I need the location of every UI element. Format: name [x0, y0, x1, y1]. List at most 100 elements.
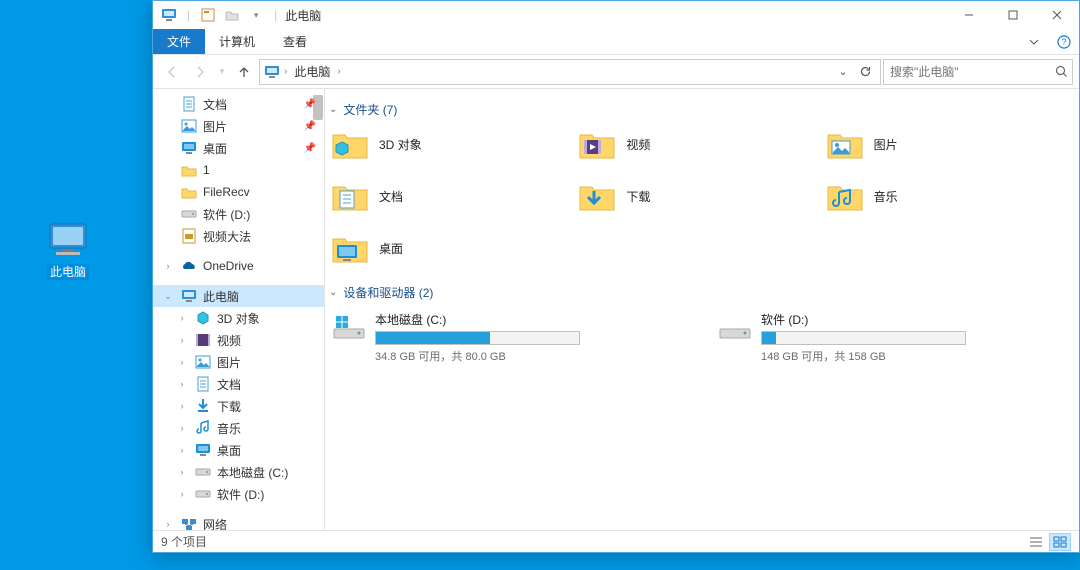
- folder-item[interactable]: 图片: [824, 124, 1071, 164]
- drive-icon: [331, 311, 367, 341]
- sidebar-item[interactable]: 图片📌: [153, 115, 324, 137]
- titlebar: | ▾ | 此电脑: [153, 1, 1079, 29]
- search-input[interactable]: [884, 65, 1051, 79]
- sidebar-item[interactable]: ›3D 对象: [153, 307, 324, 329]
- drive-usage-bar: [761, 331, 966, 345]
- sidebar-item[interactable]: › 桌面: [153, 439, 324, 461]
- view-details-button[interactable]: [1025, 533, 1047, 551]
- video-icon: [195, 332, 211, 348]
- folder-item[interactable]: 视频: [576, 124, 823, 164]
- expand-icon[interactable]: ›: [177, 335, 187, 345]
- sidebar-item[interactable]: › 软件 (D:): [153, 483, 324, 505]
- folder-name: 视频: [626, 136, 650, 153]
- search-button[interactable]: [1051, 60, 1072, 84]
- group-header-label: 文件夹 (7): [343, 101, 397, 118]
- folder-item[interactable]: 音乐: [824, 176, 1071, 216]
- address-bar[interactable]: › 此电脑 › ⌄: [259, 59, 881, 85]
- desktop-icon-this-pc[interactable]: 此电脑: [38, 222, 98, 280]
- ribbon-expand-button[interactable]: [1019, 29, 1049, 54]
- folder-item[interactable]: 3D 对象: [329, 124, 576, 164]
- expand-icon[interactable]: ›: [177, 401, 187, 411]
- history-dropdown[interactable]: ▾: [215, 59, 229, 85]
- expand-icon[interactable]: ›: [177, 445, 187, 455]
- address-dropdown-button[interactable]: ⌄: [832, 61, 854, 83]
- address-chevron[interactable]: ›: [337, 66, 340, 77]
- folder-item[interactable]: 桌面: [329, 228, 576, 268]
- onedrive-icon: [181, 258, 197, 274]
- sidebar-item[interactable]: ›下载: [153, 395, 324, 417]
- help-button[interactable]: ?: [1049, 29, 1079, 54]
- folder-name: 图片: [874, 136, 898, 153]
- maximize-button[interactable]: [991, 1, 1035, 29]
- forward-button[interactable]: [187, 59, 213, 85]
- sidebar-item[interactable]: › 视频: [153, 329, 324, 351]
- sidebar-item[interactable]: 文档 📌: [153, 93, 324, 115]
- expand-icon[interactable]: ›: [177, 357, 187, 367]
- address-root-chevron[interactable]: ›: [284, 66, 287, 77]
- group-header-folders[interactable]: ⌄ 文件夹 (7): [329, 101, 1071, 118]
- sidebar-item[interactable]: FileRecv: [153, 181, 324, 203]
- content-pane[interactable]: ⌄ 文件夹 (7) 3D 对象 视频 图片文档 下载 音乐桌面 ⌄ 设备和驱动器 (2)…: [325, 89, 1079, 530]
- pin-icon: 📌: [304, 99, 316, 110]
- address-this-pc-icon: [264, 65, 280, 79]
- qat-properties-icon[interactable]: [198, 5, 218, 25]
- sidebar-item-network[interactable]: › 网络: [153, 513, 324, 530]
- expand-icon[interactable]: ›: [177, 379, 187, 389]
- expand-icon[interactable]: ›: [177, 489, 187, 499]
- sidebar-item[interactable]: 软件 (D:): [153, 203, 324, 225]
- sidebar-item-label: 视频: [217, 332, 241, 349]
- expand-icon[interactable]: ›: [163, 519, 173, 529]
- sidebar-item[interactable]: ›图片: [153, 351, 324, 373]
- qat-folder-icon[interactable]: [222, 5, 242, 25]
- group-header-drives[interactable]: ⌄ 设备和驱动器 (2): [329, 284, 1071, 301]
- sidebar-item-this-pc[interactable]: ⌄ 此电脑: [153, 285, 324, 307]
- sidebar-item[interactable]: ›文档: [153, 373, 324, 395]
- sidebar-item-label: OneDrive: [203, 259, 254, 273]
- tab-file[interactable]: 文件: [153, 29, 205, 54]
- sidebar-item-label: 视频大法: [203, 228, 251, 245]
- sidebar-item-label: 此电脑: [203, 288, 239, 305]
- drive-item[interactable]: 本地磁盘 (C:)34.8 GB 可用，共 80.0 GB: [329, 307, 685, 368]
- sidebar-item-label: 软件 (D:): [217, 486, 264, 503]
- sidebar-item-onedrive[interactable]: › OneDrive: [153, 255, 324, 277]
- folder-item[interactable]: 下载: [576, 176, 823, 216]
- pin-icon: 📌: [304, 143, 316, 154]
- search-box[interactable]: [883, 59, 1073, 85]
- back-button[interactable]: [159, 59, 185, 85]
- qat-this-pc-icon[interactable]: [159, 5, 179, 25]
- desktop-folder-icon: [331, 231, 369, 265]
- close-button[interactable]: [1035, 1, 1079, 29]
- expand-icon[interactable]: ›: [163, 261, 173, 271]
- up-button[interactable]: [231, 59, 257, 85]
- qat-dropdown-icon[interactable]: ▾: [246, 5, 266, 25]
- expand-icon[interactable]: ›: [177, 313, 187, 323]
- folder-name: 下载: [626, 188, 650, 205]
- address-segment[interactable]: 此电脑: [291, 61, 333, 82]
- 3d-icon: [195, 310, 211, 326]
- tab-view[interactable]: 查看: [269, 29, 321, 54]
- drive-item[interactable]: 软件 (D:)148 GB 可用，共 158 GB: [715, 307, 1071, 368]
- refresh-button[interactable]: [854, 61, 876, 83]
- sidebar-item[interactable]: 桌面 📌: [153, 137, 324, 159]
- tab-computer[interactable]: 计算机: [205, 29, 269, 54]
- sidebar-item-label: 文档: [203, 96, 227, 113]
- group-header-label: 设备和驱动器 (2): [343, 284, 433, 301]
- minimize-button[interactable]: [947, 1, 991, 29]
- collapse-icon[interactable]: ⌄: [163, 291, 173, 302]
- expand-icon[interactable]: ›: [177, 423, 187, 433]
- sidebar-item[interactable]: ›本地磁盘 (C:): [153, 461, 324, 483]
- sidebar-item[interactable]: 视频大法: [153, 225, 324, 247]
- navigation-pane[interactable]: 文档📌图片📌桌面📌1FileRecv软件 (D:)视频大法 › OneDrive…: [153, 89, 325, 530]
- sidebar-item[interactable]: ›音乐: [153, 417, 324, 439]
- status-item-count: 9 个项目: [161, 533, 207, 550]
- video-folder-icon: [578, 127, 616, 161]
- sidebar-item-label: 桌面: [217, 442, 241, 459]
- desktop-icon: [181, 140, 197, 156]
- sidebar-item[interactable]: 1: [153, 159, 324, 181]
- sidebar-item-label: 桌面: [203, 140, 227, 157]
- navigation-row: ▾ › 此电脑 › ⌄: [153, 55, 1079, 89]
- expand-icon[interactable]: ›: [177, 467, 187, 477]
- folder-name: 3D 对象: [379, 136, 422, 153]
- folder-item[interactable]: 文档: [329, 176, 576, 216]
- view-icons-button[interactable]: [1049, 533, 1071, 551]
